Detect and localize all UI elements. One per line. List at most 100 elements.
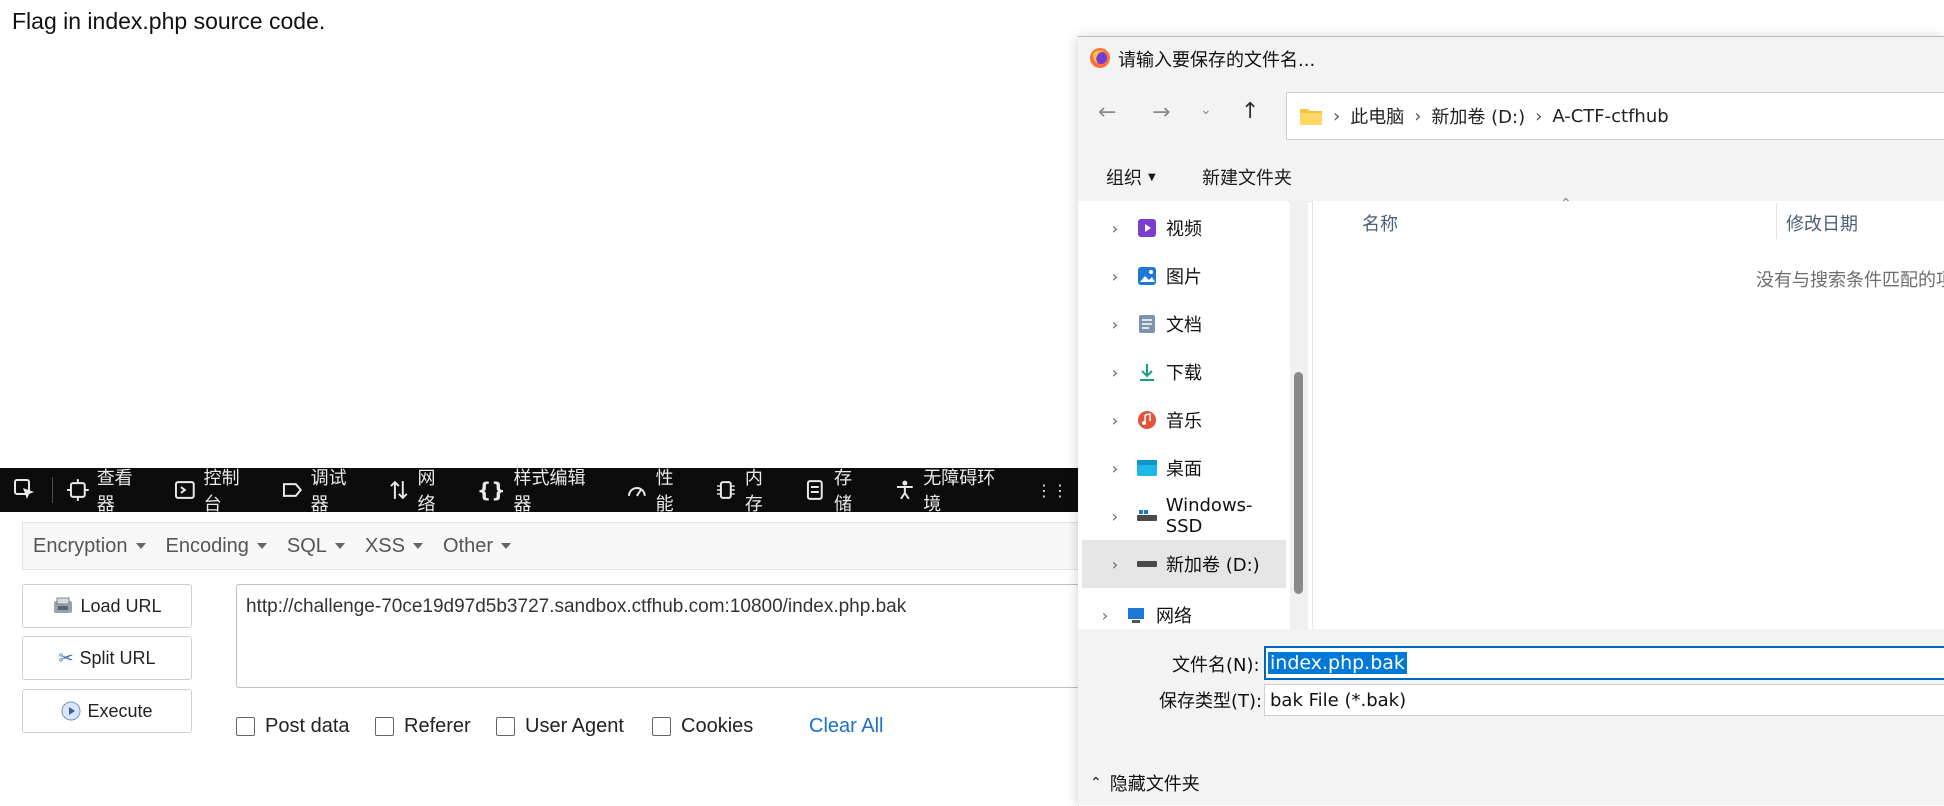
filetype-select[interactable]: bak File (*.bak) <box>1264 684 1944 716</box>
network-icon <box>390 480 408 500</box>
split-url-label: Split URL <box>79 647 156 668</box>
checkbox-label: Cookies <box>681 715 754 737</box>
hide-folders-button[interactable]: ⌃ 隐藏文件夹 <box>1090 770 1200 796</box>
tree-item-label: 下载 <box>1166 363 1202 384</box>
empty-results-message: 没有与搜索条件匹配的项 <box>1756 270 1944 291</box>
checkbox-label: Post data <box>265 715 350 737</box>
tree-item-windows-ssd[interactable]: › Windows-SSD <box>1078 492 1288 540</box>
memory-icon <box>717 481 735 499</box>
breadcrumb-drive-d[interactable]: 新加卷 (D:) <box>1431 103 1525 129</box>
cookies-checkbox[interactable]: Cookies <box>652 715 753 738</box>
chevron-right-icon[interactable]: › <box>1100 363 1130 382</box>
up-arrow-icon[interactable]: ↑ <box>1241 99 1259 124</box>
chevron-right-icon[interactable]: › <box>1100 459 1130 478</box>
post-data-checkbox[interactable]: Post data <box>236 715 350 738</box>
caret-down-icon <box>412 543 423 549</box>
address-bar[interactable]: › 此电脑 › 新加卷 (D:) › A-CTF-ctfhub <box>1286 92 1944 140</box>
split-url-button[interactable]: ✂ Split URL <box>22 636 192 680</box>
firefox-icon <box>1090 48 1110 68</box>
checkbox-box[interactable] <box>652 717 671 736</box>
tab-console[interactable]: 控制台 <box>162 468 269 515</box>
element-picker-button[interactable] <box>0 468 50 512</box>
tree-item-videos[interactable]: › 视频 <box>1078 204 1288 252</box>
referer-checkbox[interactable]: Referer <box>375 715 471 738</box>
desktop-icon <box>1136 457 1158 479</box>
tree-item-label: 桌面 <box>1166 459 1202 480</box>
caret-down-icon <box>501 543 511 549</box>
accessibility-icon <box>896 480 913 500</box>
tab-inspector[interactable]: 查看器 <box>55 468 162 515</box>
column-divider[interactable] <box>1776 203 1777 239</box>
user-agent-checkbox[interactable]: User Agent <box>496 715 624 738</box>
breadcrumb-folder[interactable]: A-CTF-ctfhub <box>1552 106 1668 127</box>
tree-item-music[interactable]: › 音乐 <box>1078 396 1288 444</box>
tab-accessibility[interactable]: 无障碍环境 <box>882 468 1025 515</box>
forward-arrow-icon[interactable]: → <box>1152 100 1170 125</box>
menu-label: SQL <box>286 534 327 557</box>
checkbox-box[interactable] <box>496 717 515 736</box>
chevron-right-icon[interactable]: › <box>1100 507 1130 526</box>
chevron-right-icon[interactable]: › <box>1090 606 1120 625</box>
tree-item-drive-d[interactable]: › 新加卷 (D:) <box>1082 540 1286 588</box>
tab-memory[interactable]: 内存 <box>703 468 792 515</box>
chevron-right-icon[interactable]: › <box>1100 267 1130 286</box>
filename-value: index.php.bak <box>1268 652 1407 674</box>
menu-xss[interactable]: XSS <box>355 523 433 569</box>
chevron-right-icon[interactable]: › <box>1100 555 1130 574</box>
checkbox-label: User Agent <box>525 715 624 737</box>
filename-input[interactable]: index.php.bak <box>1264 646 1944 680</box>
debugger-icon <box>282 483 302 497</box>
organize-label: 组织 <box>1106 168 1142 189</box>
checkbox-box[interactable] <box>236 717 255 736</box>
tree-item-network[interactable]: › 网络 <box>1078 600 1288 630</box>
downloads-icon <box>1136 361 1158 383</box>
recent-dropdown-icon[interactable]: ⌄ <box>1200 102 1212 118</box>
load-url-label: Load URL <box>80 595 162 616</box>
tab-label: 样式编辑器 <box>513 468 586 515</box>
tab-performance[interactable]: 性能 <box>614 468 703 515</box>
tree-item-label: 新加卷 (D:) <box>1166 555 1260 576</box>
network-folder-icon <box>1126 604 1148 626</box>
documents-icon <box>1136 313 1158 335</box>
tree-item-label: 图片 <box>1166 267 1202 288</box>
back-arrow-icon[interactable]: ← <box>1098 100 1116 125</box>
toolbar-divider <box>52 477 53 503</box>
tree-item-label: 网络 <box>1156 606 1192 627</box>
url-value: http://challenge-70ce19d97d5b3727.sandbo… <box>246 596 907 617</box>
new-folder-button[interactable]: 新建文件夹 <box>1202 164 1292 190</box>
breadcrumb-this-pc[interactable]: 此电脑 <box>1350 103 1404 129</box>
checkbox-box[interactable] <box>375 717 394 736</box>
menu-sql[interactable]: SQL <box>277 523 355 569</box>
tree-item-downloads[interactable]: › 下载 <box>1078 348 1288 396</box>
tree-item-desktop[interactable]: › 桌面 <box>1078 444 1288 492</box>
organize-button[interactable]: 组织 ▼ <box>1106 164 1156 190</box>
column-header-name[interactable]: 名称 <box>1362 210 1398 236</box>
tab-network[interactable]: 网络 <box>376 468 465 515</box>
column-header-modified[interactable]: 修改日期 <box>1786 210 1858 236</box>
tab-label: 网络 <box>417 468 436 515</box>
execute-label: Execute <box>87 700 153 721</box>
execute-button[interactable]: Execute <box>22 689 192 733</box>
menu-other[interactable]: Other <box>433 523 521 569</box>
menu-encryption[interactable]: Encryption <box>23 523 156 569</box>
chevron-right-icon[interactable]: › <box>1100 411 1130 430</box>
menu-encoding[interactable]: Encoding <box>156 523 277 569</box>
tree-item-pictures[interactable]: › 图片 <box>1078 252 1288 300</box>
chevron-right-icon[interactable]: › <box>1100 315 1130 334</box>
load-url-button[interactable]: Load URL <box>22 584 192 628</box>
scrollbar-thumb[interactable] <box>1294 372 1303 594</box>
tree-item-documents[interactable]: › 文档 <box>1078 300 1288 348</box>
tab-storage[interactable]: 存储 <box>792 468 881 515</box>
tab-style-editor[interactable]: {} 样式编辑器 <box>465 468 614 515</box>
tab-debugger[interactable]: 调试器 <box>269 468 376 515</box>
more-tools-button[interactable]: ⋮⋮ <box>1024 468 1080 512</box>
tab-label: 控制台 <box>203 468 240 515</box>
caret-down-icon <box>334 543 345 549</box>
chevron-right-icon[interactable]: › <box>1100 219 1130 238</box>
menu-label: Encryption <box>33 534 128 557</box>
picker-icon <box>14 479 34 499</box>
grid-icon: ⋮⋮ <box>1036 480 1069 500</box>
drive-icon <box>1136 553 1158 575</box>
clear-all-link[interactable]: Clear All <box>809 715 883 738</box>
storage-icon <box>807 480 824 500</box>
